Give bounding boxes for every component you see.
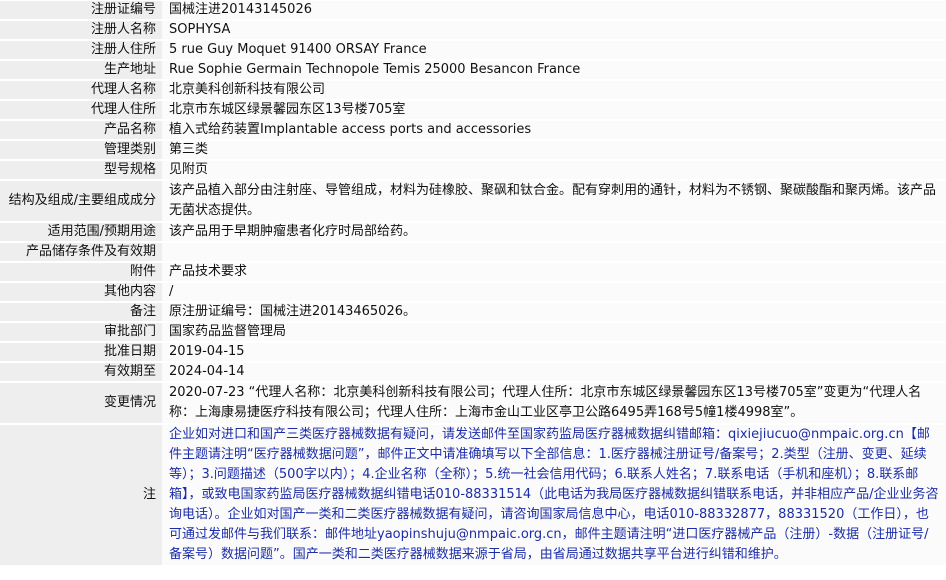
field-value-remarks: 原注册证编号：国械注进20143465026。 — [162, 303, 946, 321]
table-row: 附件 产品技术要求 — [0, 263, 946, 281]
field-value-other-content: / — [162, 283, 946, 301]
field-value-agent-address: 北京市东城区绿景馨园东区13号楼705室 — [162, 101, 946, 119]
field-value-approval-department: 国家药品监督管理局 — [162, 323, 946, 341]
table-row: 注 企业如对进口和国产三类医疗器械数据有疑问，请发送邮件至国家药监局医疗器械数据… — [0, 425, 946, 565]
table-row: 审批部门 国家药品监督管理局 — [0, 323, 946, 341]
field-value-production-address: Rue Sophie Germain Technopole Temis 2500… — [162, 61, 946, 79]
table-row: 产品储存条件及有效期 — [0, 243, 946, 261]
field-label-valid-until: 有效期至 — [0, 363, 162, 381]
field-value-registrant-name: SOPHYSA — [162, 21, 946, 39]
field-label-intended-use: 适用范围/预期用途 — [0, 223, 162, 241]
field-value-note: 企业如对进口和国产三类医疗器械数据有疑问，请发送邮件至国家药监局医疗器械数据纠错… — [162, 425, 946, 565]
field-label-remarks: 备注 — [0, 303, 162, 321]
table-row: 适用范围/预期用途 该产品用于早期肿瘤患者化疗时局部给药。 — [0, 223, 946, 241]
field-value-valid-until: 2024-04-14 — [162, 363, 946, 381]
table-row: 变更情况 2020-07-23 “代理人名称：北京美科创新科技有限公司；代理人住… — [0, 383, 946, 423]
field-label-note: 注 — [0, 425, 162, 565]
field-label-attachment: 附件 — [0, 263, 162, 281]
field-label-production-address: 生产地址 — [0, 61, 162, 79]
field-label-structure-composition: 结构及组成/主要组成成分 — [0, 181, 162, 221]
field-label-model-spec: 型号规格 — [0, 161, 162, 179]
field-value-product-name: 植入式给药装置Implantable access ports and acce… — [162, 121, 946, 139]
field-value-model-spec: 见附页 — [162, 161, 946, 179]
field-value-intended-use: 该产品用于早期肿瘤患者化疗时局部给药。 — [162, 223, 946, 241]
field-label-approval-department: 审批部门 — [0, 323, 162, 341]
field-label-other-content: 其他内容 — [0, 283, 162, 301]
field-value-attachment: 产品技术要求 — [162, 263, 946, 281]
field-value-agent-name: 北京美科创新科技有限公司 — [162, 81, 946, 99]
table-row: 注册人名称 SOPHYSA — [0, 21, 946, 39]
table-row: 生产地址 Rue Sophie Germain Technopole Temis… — [0, 61, 946, 79]
table-row: 注册人住所 5 rue Guy Moquet 91400 ORSAY Franc… — [0, 41, 946, 59]
field-label-management-category: 管理类别 — [0, 141, 162, 159]
field-label-storage-validity: 产品储存条件及有效期 — [0, 243, 162, 261]
field-value-approval-date: 2019-04-15 — [162, 343, 946, 361]
field-label-change-history: 变更情况 — [0, 383, 162, 423]
field-value-registrant-address: 5 rue Guy Moquet 91400 ORSAY France — [162, 41, 946, 59]
field-value-registration-number: 国械注进20143145026 — [162, 1, 946, 19]
table-row: 有效期至 2024-04-14 — [0, 363, 946, 381]
field-label-agent-address: 代理人住所 — [0, 101, 162, 119]
field-label-approval-date: 批准日期 — [0, 343, 162, 361]
table-row: 备注 原注册证编号：国械注进20143465026。 — [0, 303, 946, 321]
field-value-management-category: 第三类 — [162, 141, 946, 159]
table-row: 型号规格 见附页 — [0, 161, 946, 179]
field-label-agent-name: 代理人名称 — [0, 81, 162, 99]
field-value-change-history: 2020-07-23 “代理人名称：北京美科创新科技有限公司；代理人住所：北京市… — [162, 383, 946, 423]
field-label-registrant-name: 注册人名称 — [0, 21, 162, 39]
table-row: 代理人住所 北京市东城区绿景馨园东区13号楼705室 — [0, 101, 946, 119]
table-row: 注册证编号 国械注进20143145026 — [0, 1, 946, 19]
field-value-storage-validity — [162, 243, 946, 261]
field-value-structure-composition: 该产品植入部分由注射座、导管组成，材料为硅橡胶、聚砜和钛合金。配有穿刺用的通针，… — [162, 181, 946, 221]
field-label-product-name: 产品名称 — [0, 121, 162, 139]
table-row: 结构及组成/主要组成成分 该产品植入部分由注射座、导管组成，材料为硅橡胶、聚砜和… — [0, 181, 946, 221]
table-row: 管理类别 第三类 — [0, 141, 946, 159]
field-label-registration-number: 注册证编号 — [0, 1, 162, 19]
table-row: 其他内容 / — [0, 283, 946, 301]
field-label-registrant-address: 注册人住所 — [0, 41, 162, 59]
table-row: 批准日期 2019-04-15 — [0, 343, 946, 361]
registration-detail-table: 注册证编号 国械注进20143145026 注册人名称 SOPHYSA 注册人住… — [0, 0, 946, 567]
table-row: 产品名称 植入式给药装置Implantable access ports and… — [0, 121, 946, 139]
table-row: 代理人名称 北京美科创新科技有限公司 — [0, 81, 946, 99]
